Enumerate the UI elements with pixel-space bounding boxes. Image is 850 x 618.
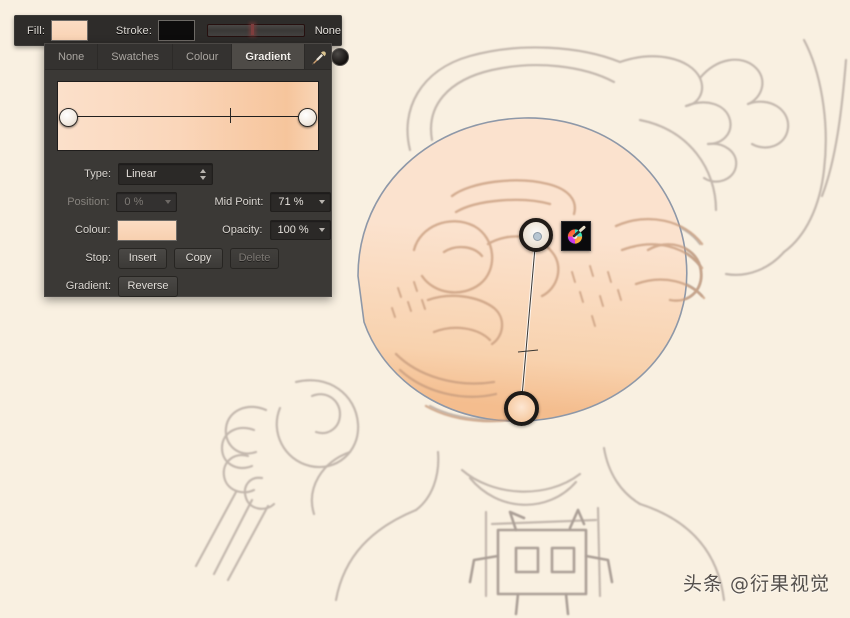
fill-colour-swatch[interactable] <box>51 20 88 41</box>
colour-picker-dot-icon[interactable] <box>330 47 349 66</box>
stroke-colour-swatch[interactable] <box>158 20 195 41</box>
opacity-chevron-down-icon[interactable] <box>314 228 330 232</box>
colour-wheel-button[interactable] <box>561 221 591 251</box>
opacity-value: 100 % <box>277 224 309 236</box>
gradient-midpoint-marker[interactable] <box>229 108 231 123</box>
tab-none-label: None <box>58 50 85 63</box>
app-window: Fill: Stroke: None None Swatches Colour … <box>0 0 850 618</box>
type-label: Type: <box>84 168 111 180</box>
fill-stroke-toolbar: Fill: Stroke: None <box>14 15 342 46</box>
stroke-width-slider-thumb[interactable] <box>250 24 254 35</box>
gradient-start-handle[interactable] <box>519 218 553 252</box>
mid-point-chevron-down-icon[interactable] <box>314 200 330 204</box>
panel-tab-bar: None Swatches Colour Gradient <box>45 44 349 70</box>
row-colour-opacity: Colour: Opacity: 100 % <box>45 219 332 241</box>
tab-colour-label: Colour <box>186 50 219 63</box>
mid-point-input[interactable]: 71 % <box>270 192 331 212</box>
tab-gradient-label: Gradient <box>245 50 291 63</box>
row-stop-actions: Stop: Insert Copy Delete <box>45 247 331 269</box>
delete-stop-button: Delete <box>230 247 279 269</box>
position-input[interactable]: 0 % <box>116 192 177 212</box>
stop-label: Stop: <box>85 252 111 264</box>
copy-stop-button[interactable]: Copy <box>174 247 223 269</box>
eyedropper-icon[interactable] <box>309 47 329 67</box>
tab-gradient[interactable]: Gradient <box>232 44 305 69</box>
position-chevron-down-icon[interactable] <box>160 200 176 204</box>
tab-none[interactable]: None <box>45 44 99 69</box>
type-select[interactable]: Linear <box>118 163 213 185</box>
gradient-end-handle[interactable] <box>504 391 539 426</box>
position-value: 0 % <box>124 196 144 208</box>
row-gradient-actions: Gradient: Reverse <box>45 275 331 297</box>
stroke-label: Stroke: <box>115 24 153 37</box>
insert-stop-button[interactable]: Insert <box>118 247 167 269</box>
opacity-input[interactable]: 100 % <box>269 220 332 240</box>
gradient-stop-end[interactable] <box>298 107 317 127</box>
eyedropper-glyph <box>311 50 326 65</box>
panel-tab-tools <box>305 44 353 69</box>
type-value: Linear <box>126 168 157 180</box>
stroke-width-value: None <box>314 24 341 37</box>
watermark: 头条 @衍果视觉 <box>682 573 830 595</box>
stroke-width-slider[interactable] <box>206 24 305 37</box>
gradient-preview-strip[interactable] <box>57 81 319 151</box>
tab-colour[interactable]: Colour <box>173 44 233 69</box>
reverse-gradient-button[interactable]: Reverse <box>118 275 178 297</box>
mid-point-value: 71 % <box>278 196 304 208</box>
tab-swatches[interactable]: Swatches <box>98 44 173 69</box>
gradient-axis-line <box>68 116 308 117</box>
row-position-midpoint: Position: 0 % Mid Point: 71 % <box>45 191 331 213</box>
row-type: Type: Linear <box>45 163 331 185</box>
gradient-panel: None Swatches Colour Gradient Type: Line… <box>44 43 349 297</box>
mid-point-label: Mid Point: <box>214 196 264 208</box>
stop-colour-swatch[interactable] <box>117 219 177 241</box>
gradient-label: Gradient: <box>65 280 111 292</box>
type-stepper-icon[interactable] <box>196 168 212 180</box>
opacity-label: Opacity: <box>222 224 263 236</box>
fill-label: Fill: <box>27 24 46 37</box>
position-label: Position: <box>67 196 110 208</box>
gradient-options: Type: Linear Position: 0 % Mid Point: 71… <box>45 151 332 297</box>
colour-label: Colour: <box>75 224 111 236</box>
tab-swatches-label: Swatches <box>111 50 159 63</box>
colour-wheel-icon <box>566 225 586 245</box>
gradient-stop-start[interactable] <box>59 107 78 127</box>
